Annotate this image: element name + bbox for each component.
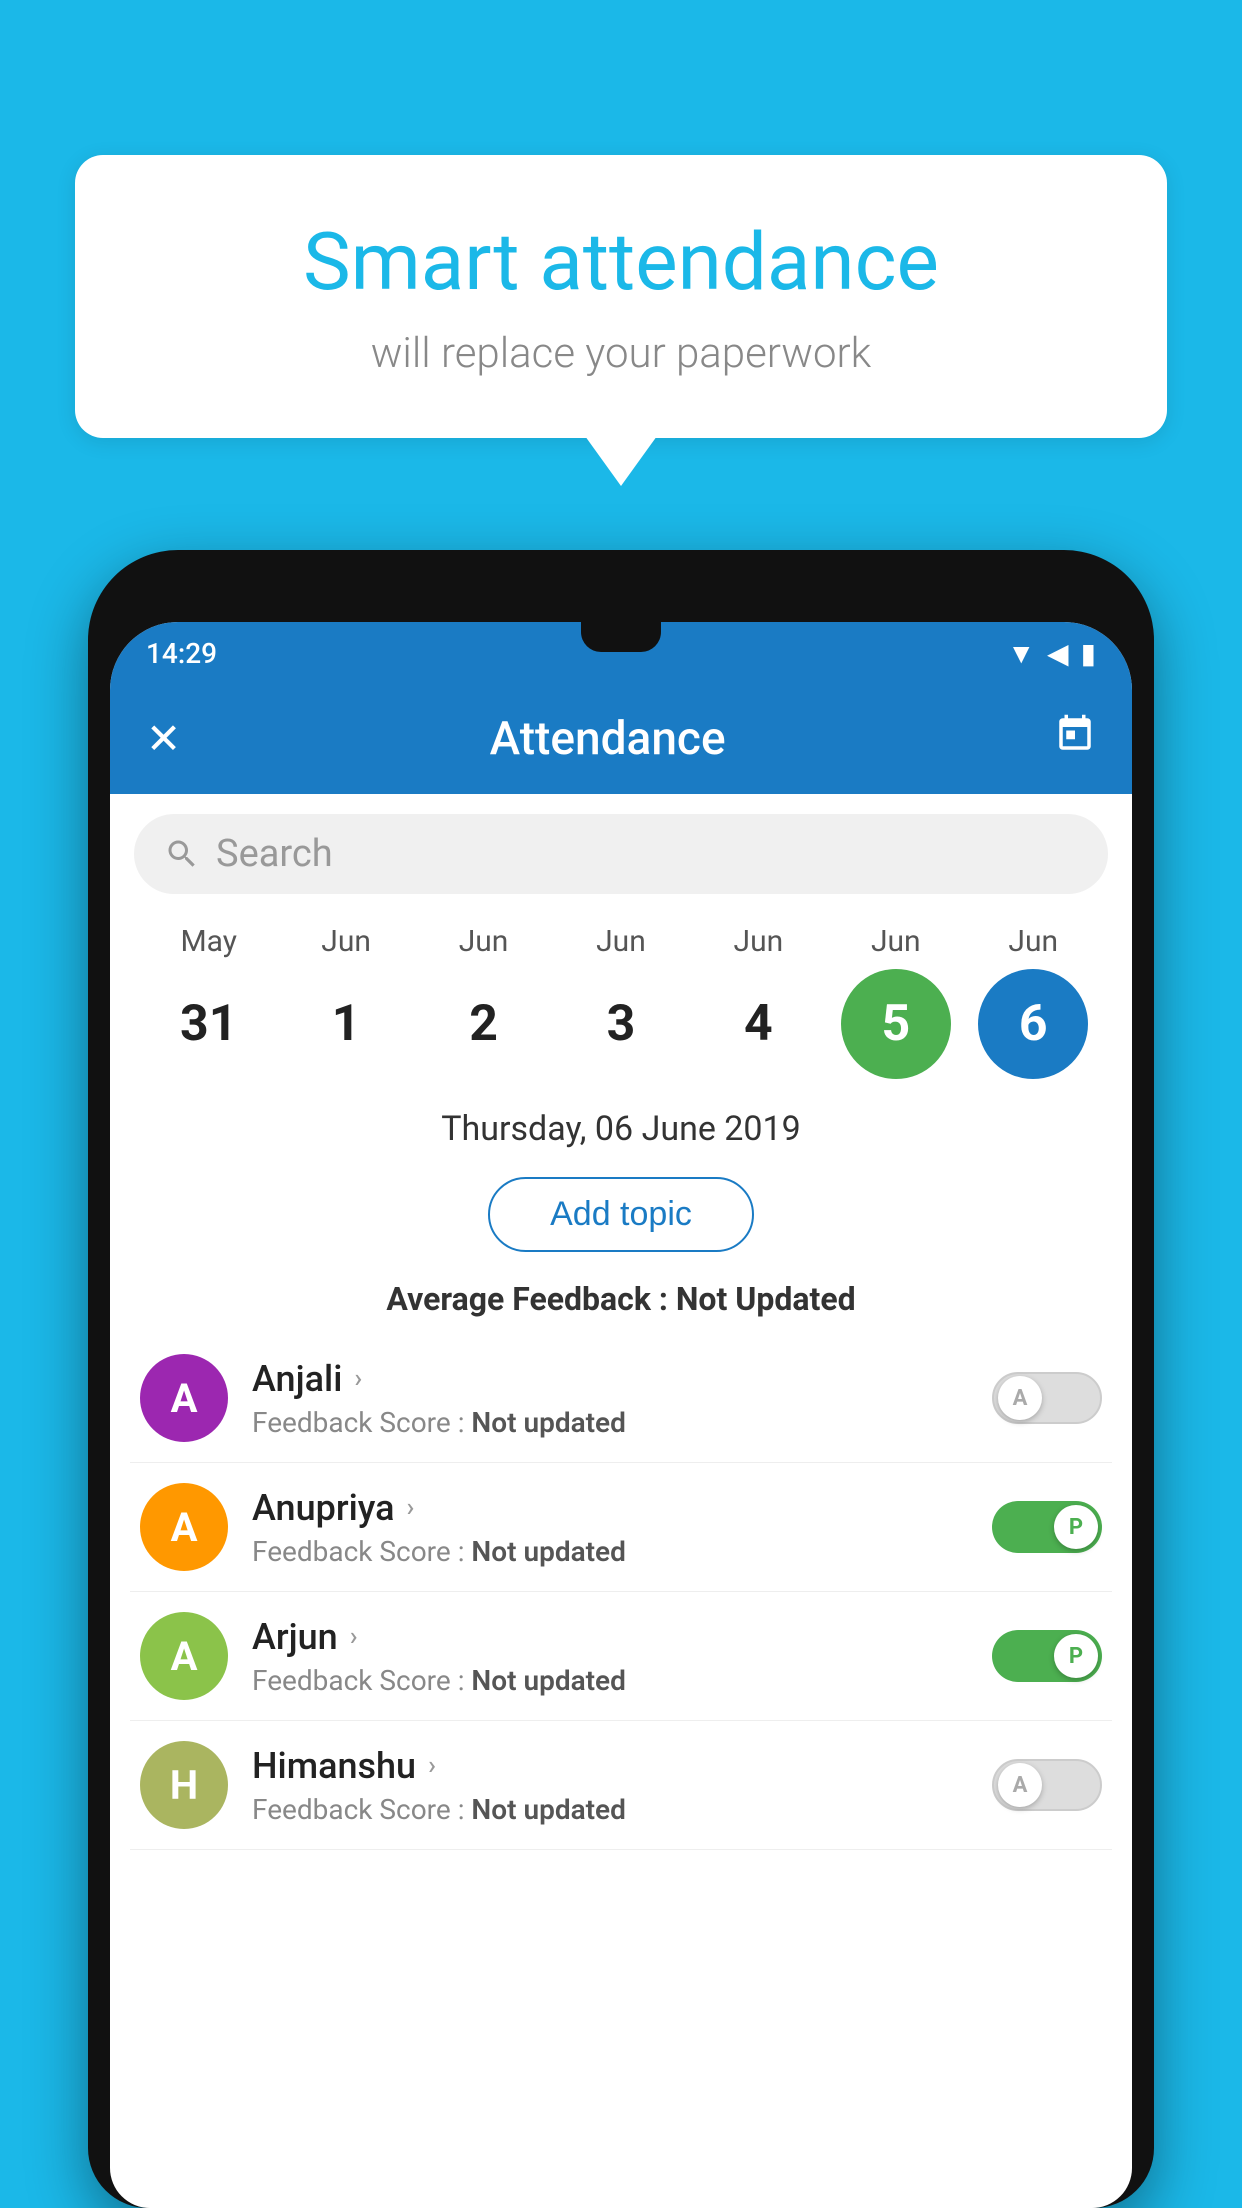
- add-topic-button[interactable]: Add topic: [488, 1177, 754, 1252]
- chevron-anupriya: ›: [407, 1493, 415, 1523]
- speech-subtitle: will replace your paperwork: [155, 329, 1087, 378]
- student-name-anjali: Anjali ›: [252, 1358, 968, 1400]
- month-3: Jun: [566, 924, 676, 959]
- avatar-anupriya: A: [140, 1483, 228, 1571]
- app-bar-title: Attendance: [161, 712, 1054, 766]
- toggle-anupriya[interactable]: P: [992, 1501, 1102, 1553]
- date-2[interactable]: 2: [429, 969, 539, 1079]
- toggle-switch-anjali[interactable]: A: [992, 1372, 1102, 1424]
- calendar-dates: 31 1 2 3 4 5 6: [130, 959, 1112, 1099]
- student-item-arjun[interactable]: A Arjun › Feedback Score : Not updated P: [130, 1592, 1112, 1721]
- search-placeholder: Search: [216, 832, 333, 876]
- month-5: Jun: [841, 924, 951, 959]
- avg-feedback-value: Not Updated: [676, 1280, 856, 1318]
- calendar-months: May Jun Jun Jun Jun Jun Jun: [130, 924, 1112, 959]
- month-6: Jun: [978, 924, 1088, 959]
- toggle-switch-arjun[interactable]: P: [992, 1630, 1102, 1682]
- status-time: 14:29: [146, 637, 217, 670]
- chevron-arjun: ›: [350, 1622, 358, 1652]
- avatar-anjali: A: [140, 1354, 228, 1442]
- feedback-arjun: Feedback Score : Not updated: [252, 1664, 968, 1697]
- student-info-anupriya: Anupriya › Feedback Score : Not updated: [252, 1487, 968, 1568]
- toggle-anjali[interactable]: A: [992, 1372, 1102, 1424]
- speech-title: Smart attendance: [155, 215, 1087, 309]
- feedback-anupriya: Feedback Score : Not updated: [252, 1535, 968, 1568]
- phone-frame: 14:29 ▼ ◀ ▮ ✕ Attendance Search: [88, 550, 1154, 2208]
- status-icons: ▼ ◀ ▮: [1007, 637, 1096, 670]
- student-name-arjun: Arjun ›: [252, 1616, 968, 1658]
- toggle-switch-himanshu[interactable]: A: [992, 1759, 1102, 1811]
- date-1[interactable]: 1: [291, 969, 401, 1079]
- battery-icon: ▮: [1081, 637, 1096, 670]
- toggle-knob-arjun: P: [1054, 1634, 1098, 1678]
- avatar-himanshu: H: [140, 1741, 228, 1829]
- student-name-himanshu: Himanshu ›: [252, 1745, 968, 1787]
- selected-date-display: Thursday, 06 June 2019: [110, 1099, 1132, 1157]
- toggle-knob-anupriya: P: [1054, 1505, 1098, 1549]
- speech-bubble-container: Smart attendance will replace your paper…: [75, 155, 1167, 438]
- date-31[interactable]: 31: [154, 969, 264, 1079]
- average-feedback: Average Feedback : Not Updated: [110, 1272, 1132, 1334]
- date-3[interactable]: 3: [566, 969, 676, 1079]
- search-icon: [164, 836, 200, 872]
- calendar-strip: May Jun Jun Jun Jun Jun Jun 31 1 2 3 4 5…: [110, 914, 1132, 1099]
- student-info-anjali: Anjali › Feedback Score : Not updated: [252, 1358, 968, 1439]
- student-item-himanshu[interactable]: H Himanshu › Feedback Score : Not update…: [130, 1721, 1112, 1850]
- toggle-switch-anupriya[interactable]: P: [992, 1501, 1102, 1553]
- search-bar[interactable]: Search: [134, 814, 1108, 894]
- toggle-knob-anjali: A: [998, 1376, 1042, 1420]
- add-topic-container: Add topic: [110, 1157, 1132, 1272]
- month-4: Jun: [703, 924, 813, 959]
- date-4[interactable]: 4: [703, 969, 813, 1079]
- student-item-anjali[interactable]: A Anjali › Feedback Score : Not updated …: [130, 1334, 1112, 1463]
- month-2: Jun: [429, 924, 539, 959]
- avatar-arjun: A: [140, 1612, 228, 1700]
- toggle-himanshu[interactable]: A: [992, 1759, 1102, 1811]
- student-item-anupriya[interactable]: A Anupriya › Feedback Score : Not update…: [130, 1463, 1112, 1592]
- student-info-himanshu: Himanshu › Feedback Score : Not updated: [252, 1745, 968, 1826]
- student-name-anupriya: Anupriya ›: [252, 1487, 968, 1529]
- student-info-arjun: Arjun › Feedback Score : Not updated: [252, 1616, 968, 1697]
- notch: [581, 622, 661, 652]
- month-0: May: [154, 924, 264, 959]
- feedback-himanshu: Feedback Score : Not updated: [252, 1793, 968, 1826]
- toggle-knob-himanshu: A: [998, 1763, 1042, 1807]
- phone-screen: 14:29 ▼ ◀ ▮ ✕ Attendance Search: [110, 622, 1132, 2208]
- avg-feedback-label: Average Feedback :: [386, 1280, 675, 1318]
- toggle-arjun[interactable]: P: [992, 1630, 1102, 1682]
- date-5-today[interactable]: 5: [841, 969, 951, 1079]
- date-6-selected[interactable]: 6: [978, 969, 1088, 1079]
- chevron-anjali: ›: [354, 1364, 362, 1394]
- calendar-icon[interactable]: [1054, 713, 1096, 766]
- month-1: Jun: [291, 924, 401, 959]
- speech-bubble: Smart attendance will replace your paper…: [75, 155, 1167, 438]
- app-bar: ✕ Attendance: [110, 684, 1132, 794]
- chevron-himanshu: ›: [428, 1751, 436, 1781]
- feedback-anjali: Feedback Score : Not updated: [252, 1406, 968, 1439]
- wifi-icon: ▼: [1007, 637, 1035, 670]
- signal-icon: ◀: [1047, 637, 1069, 670]
- student-list: A Anjali › Feedback Score : Not updated …: [110, 1334, 1132, 1850]
